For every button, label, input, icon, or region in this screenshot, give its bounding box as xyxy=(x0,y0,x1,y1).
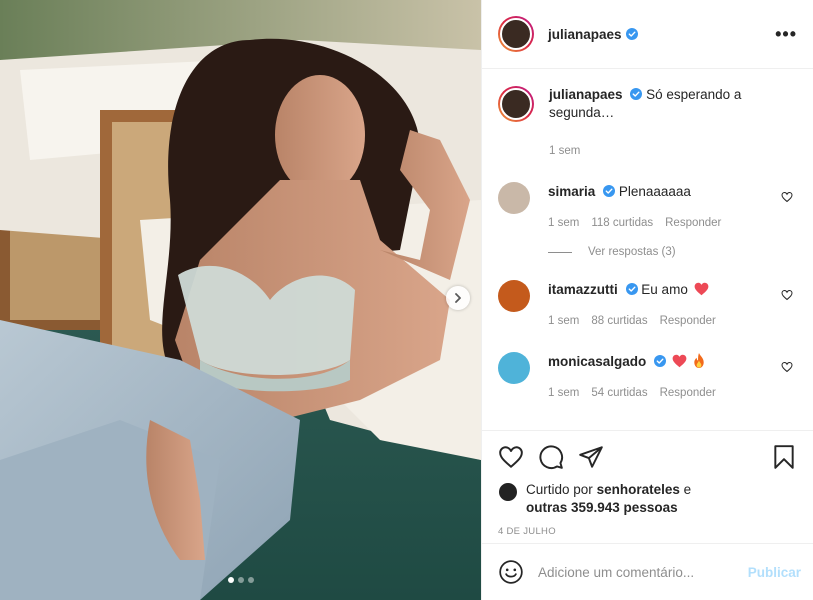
reply-button[interactable]: Responder xyxy=(660,312,716,330)
carousel-dot xyxy=(247,577,254,583)
like-heart-icon[interactable] xyxy=(498,444,524,470)
verified-badge-icon xyxy=(603,185,616,197)
red-heart-emoji-icon xyxy=(694,282,708,296)
chevron-right-icon xyxy=(455,293,461,303)
verified-badge-icon xyxy=(625,283,638,295)
liker-avatar[interactable] xyxy=(498,482,518,502)
reply-button[interactable]: Responder xyxy=(665,214,721,232)
post-sidebar: julianapaes ••• julianapaes Só esperando… xyxy=(481,0,813,600)
like-comment-heart-icon[interactable] xyxy=(781,361,793,373)
post-media[interactable] xyxy=(0,0,481,600)
comment-time[interactable]: 1 sem xyxy=(548,312,579,330)
comment-likes[interactable]: 54 curtidas xyxy=(591,384,647,402)
commenter-avatar[interactable] xyxy=(498,352,530,384)
comment-text: Eu amo xyxy=(641,282,688,297)
comment-bubble-icon[interactable] xyxy=(538,444,564,470)
instagram-post: julianapaes ••• julianapaes Só esperando… xyxy=(0,0,813,600)
post-date[interactable]: 4 de julho xyxy=(498,526,797,537)
likes-others-count[interactable]: outras 359.943 pessoas xyxy=(526,500,678,515)
carousel-dot xyxy=(237,577,244,583)
post-header: julianapaes ••• xyxy=(482,0,813,69)
replies-divider xyxy=(548,251,572,253)
red-heart-emoji-icon xyxy=(672,354,687,368)
verified-badge-icon xyxy=(630,88,643,100)
save-bookmark-icon[interactable] xyxy=(771,444,797,470)
commenter-username[interactable]: monicasalgado xyxy=(548,354,646,369)
more-options-button[interactable]: ••• xyxy=(775,25,797,43)
add-comment-bar: Publicar xyxy=(482,543,813,600)
comment-likes[interactable]: 118 curtidas xyxy=(591,214,653,232)
comment-time[interactable]: 1 sem xyxy=(548,214,579,232)
likes-prefix: Curtido por xyxy=(526,482,593,497)
caption-time[interactable]: 1 sem xyxy=(549,142,779,160)
fire-emoji-icon xyxy=(693,353,704,368)
commenter-username[interactable]: simaria xyxy=(548,184,595,199)
commenter-avatar[interactable] xyxy=(498,280,530,312)
liker-username[interactable]: senhorateles xyxy=(597,482,680,497)
post-photo xyxy=(0,0,481,600)
carousel-indicator xyxy=(0,577,481,583)
verified-badge-icon xyxy=(654,355,667,367)
publish-button[interactable]: Publicar xyxy=(748,565,801,580)
author-avatar[interactable] xyxy=(498,16,534,52)
comment-item: itamazzutti Eu amo 1 sem 88 curtidas Res… xyxy=(498,280,797,330)
comment-item: simaria Plenaaaaaa 1 sem 118 curtidas Re… xyxy=(498,182,797,232)
next-slide-button[interactable] xyxy=(446,286,470,310)
comment-item: monicasalgado 1 sem 54 curtidas Responde… xyxy=(498,352,797,402)
share-paper-plane-icon[interactable] xyxy=(578,444,604,470)
carousel-dot xyxy=(227,577,234,583)
emoji-smiley-icon[interactable] xyxy=(498,559,524,585)
caption-username[interactable]: julianapaes xyxy=(549,87,623,102)
likes-joiner: e xyxy=(683,482,692,497)
commenter-username[interactable]: itamazzutti xyxy=(548,282,618,297)
caption-avatar[interactable] xyxy=(498,86,534,122)
verified-badge-icon xyxy=(625,28,638,40)
view-replies-button[interactable]: Ver respostas (3) xyxy=(548,246,797,258)
comment-time[interactable]: 1 sem xyxy=(548,384,579,402)
view-replies-label: Ver respostas (3) xyxy=(588,246,676,258)
comment-input[interactable] xyxy=(538,564,748,580)
post-actions: Curtido por senhorateles e outras 359.94… xyxy=(482,430,813,537)
commenter-avatar[interactable] xyxy=(498,182,530,214)
comment-likes[interactable]: 88 curtidas xyxy=(591,312,647,330)
author-username[interactable]: julianapaes xyxy=(548,27,622,42)
reply-button[interactable]: Responder xyxy=(660,384,716,402)
like-comment-heart-icon[interactable] xyxy=(781,289,793,301)
post-caption: julianapaes Só esperando a segunda… 1 se… xyxy=(498,86,797,160)
comment-text: Plenaaaaaa xyxy=(618,184,691,199)
like-comment-heart-icon[interactable] xyxy=(781,191,793,203)
likes-summary: Curtido por senhorateles e outras 359.94… xyxy=(498,481,797,517)
comments-list[interactable]: julianapaes Só esperando a segunda… 1 se… xyxy=(482,70,813,430)
